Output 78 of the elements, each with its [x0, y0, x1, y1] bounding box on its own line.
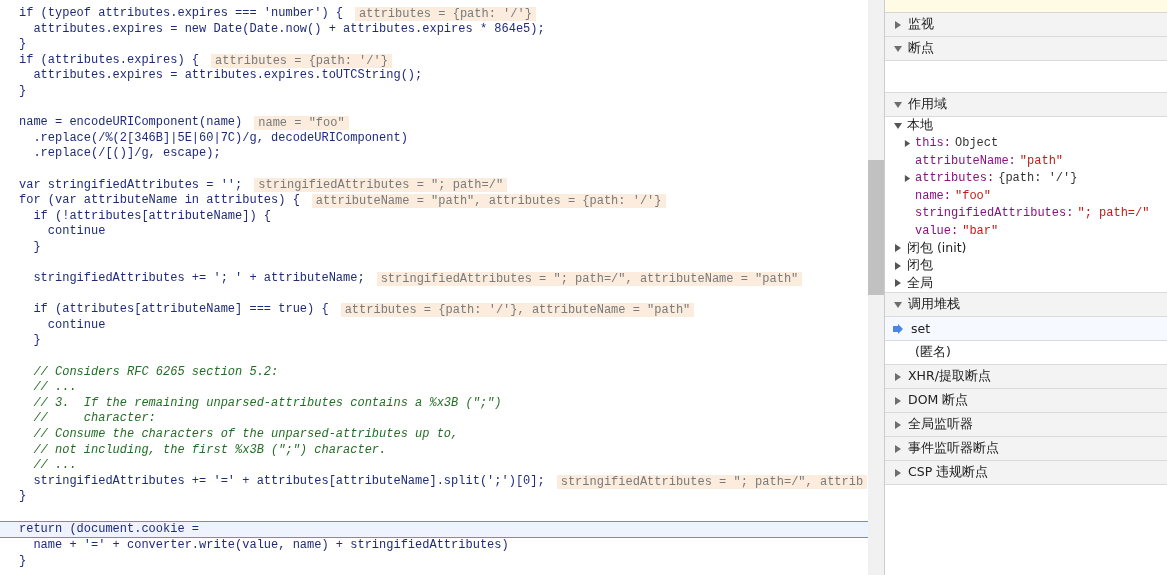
section-header[interactable]: 事件监听器断点 — [885, 437, 1167, 461]
inline-value: attributeName = "path", attributes = {path: '/'} — [311, 193, 666, 208]
code-line: } — [32, 333, 41, 350]
scope-item[interactable]: 全局 — [885, 274, 1167, 292]
triangle-icon — [894, 20, 902, 29]
property-name: this: — [915, 136, 951, 151]
code-line: if (typeof attributes.expires === 'number') { — [19, 6, 344, 22]
inline-value: attributes = {path: '/'}, attributeName = "path" — [340, 303, 695, 318]
section-header[interactable]: 作用域 — [885, 93, 1167, 117]
scrollbar-thumb[interactable] — [868, 160, 884, 295]
code-line: continue — [46, 317, 106, 334]
code-line: stringifiedAttributes += '=' + attributes[attributeName].split(';')[0]; — [32, 473, 545, 490]
code-line: var stringifiedAttributes = ''; — [19, 177, 243, 194]
property-name: attributeName: — [915, 153, 1016, 168]
triangle-icon — [894, 468, 902, 477]
code-line: for (var attributeName in attributes) { — [19, 193, 300, 209]
code-line: } — [19, 553, 27, 570]
code-comment: // 3. If the remaining unparsed-attributes contains a %x3B (";") — [32, 395, 502, 412]
code-comment: // Considers RFC 6265 section 5.2: — [32, 364, 279, 381]
property-value: "foo" — [955, 188, 992, 203]
code-line: continue — [46, 224, 106, 240]
code-line: if (attributes.expires) { — [19, 52, 200, 69]
property-value: "path" — [1019, 153, 1064, 168]
triangle-icon — [894, 100, 902, 109]
code-line: .replace(/%(2[346B]|5E|60|7C)/g, decodeURIComponent) — [32, 130, 408, 147]
code-line: attributes.expires = attributes.expires.toUTCString(); — [32, 68, 423, 84]
inline-value: attributes = {path: '/'} — [355, 6, 536, 21]
code-comment: // ... — [32, 380, 77, 396]
code-line: if (!attributes[attributeName]) { — [32, 208, 272, 225]
triangle-icon — [894, 372, 902, 381]
code-line: stringifiedAttributes += '; ' + attributeName; — [32, 271, 365, 287]
property-value: "; path=/" — [1077, 206, 1150, 221]
scope-item[interactable]: 闭包 (init) — [885, 239, 1167, 257]
inline-value: name = "foo" — [254, 115, 349, 130]
triangle-icon — [894, 44, 902, 53]
inline-value: stringifiedAttributes = "; path=/", attrib — [556, 474, 868, 489]
property-value: "bar" — [962, 223, 999, 238]
triangle-icon — [894, 444, 902, 453]
scope-item[interactable]: 闭包 — [885, 257, 1167, 275]
section-header[interactable]: DOM 断点 — [885, 389, 1167, 413]
code-line: .replace(/[()]/g, escape); — [32, 146, 221, 162]
section-header[interactable]: CSP 违规断点 — [885, 461, 1167, 485]
scope-item[interactable]: 本地 — [885, 117, 1167, 135]
code-line: name + '=' + converter.write(value, name) + stringifiedAttributes) — [32, 538, 509, 554]
triangle-icon[interactable] — [904, 174, 911, 182]
section-header[interactable]: 断点 — [885, 37, 1167, 61]
inline-value: stringifiedAttributes = "; path=/", attributeName = "path" — [376, 271, 803, 286]
section-header[interactable]: XHR/提取断点 — [885, 365, 1167, 389]
property-name: value: — [915, 223, 959, 238]
section-header[interactable]: 全局监听器 — [885, 413, 1167, 437]
inline-value: stringifiedAttributes = "; path=/" — [254, 178, 508, 193]
property-name: stringifiedAttributes: — [915, 206, 1074, 221]
property-value: {path: '/'} — [998, 171, 1078, 186]
code-line: if (attributes[attributeName] === true) { — [32, 302, 329, 318]
code-line: } — [19, 489, 27, 505]
code-comment: // character: — [32, 411, 156, 428]
property-value: Object — [955, 136, 999, 151]
scrollbar[interactable] — [868, 0, 884, 575]
code-comment: // Consume the characters of the unparsed-attributes up to, — [32, 427, 459, 443]
code-line: attributes.expires = new Date(Date.now() + attributes.expires * 864e5); — [32, 21, 545, 38]
property-name: name: — [915, 188, 951, 203]
triangle-icon — [894, 420, 902, 429]
section-header[interactable]: 监视 — [885, 13, 1167, 37]
triangle-icon[interactable] — [904, 139, 911, 147]
code-line: } — [19, 37, 27, 53]
property-name: attributes: — [915, 171, 995, 186]
triangle-icon — [894, 300, 902, 309]
section-header[interactable]: 调用堆栈 — [885, 292, 1167, 317]
call-frame[interactable]: set — [885, 317, 1167, 341]
code-comment: // not including, the first %x3B (";") character. — [32, 442, 387, 459]
inline-value: attributes = {path: '/'} — [211, 53, 392, 68]
code-comment: // ... — [32, 458, 77, 474]
code-line: } — [19, 83, 27, 100]
arrow-icon — [893, 323, 903, 334]
code-line: name = encodeURIComponent(name) — [19, 115, 243, 131]
triangle-icon — [894, 396, 902, 405]
code-line: return (document.cookie = — [19, 521, 200, 538]
code-line: } — [32, 239, 41, 256]
